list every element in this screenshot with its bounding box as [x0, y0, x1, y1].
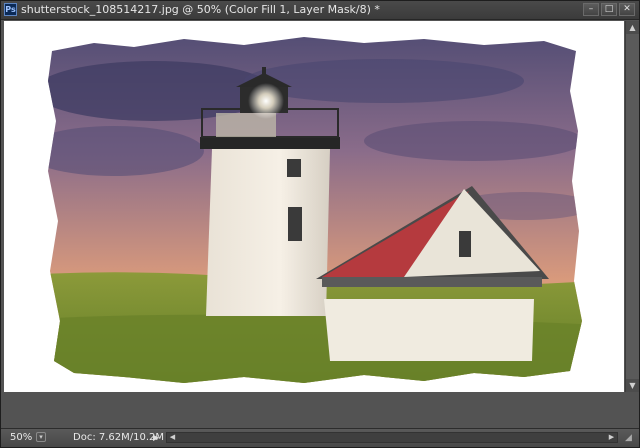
window-controls: – □ ✕ [583, 3, 635, 16]
status-bar: 50% ▾ Doc: 7.62M/10.2M ▶ ◀ ▶ ◢ [1, 428, 639, 447]
resize-grip-icon[interactable]: ◢ [625, 433, 637, 445]
title-bar[interactable]: Ps shutterstock_108514217.jpg @ 50% (Col… [1, 1, 639, 20]
document-title: shutterstock_108514217.jpg @ 50% (Color … [21, 3, 380, 16]
maximize-button[interactable]: □ [601, 3, 617, 16]
close-button[interactable]: ✕ [619, 3, 635, 16]
scroll-right-icon[interactable]: ▶ [606, 433, 617, 442]
scroll-down-icon[interactable]: ▼ [626, 379, 639, 392]
photoshop-icon: Ps [4, 3, 17, 16]
minimize-button[interactable]: – [583, 3, 599, 16]
lighthouse-photo [48, 37, 582, 383]
zoom-options-icon[interactable]: ▾ [36, 432, 46, 442]
vertical-scrollbar[interactable]: ▲ ▼ [625, 21, 639, 392]
horizontal-scrollbar[interactable]: ◀ ▶ [166, 432, 618, 443]
scroll-left-icon[interactable]: ◀ [167, 433, 178, 442]
scroll-up-icon[interactable]: ▲ [626, 21, 639, 34]
document-size: Doc: 7.62M/10.2M [73, 432, 165, 443]
zoom-level[interactable]: 50% [10, 432, 34, 444]
status-menu-arrow-icon[interactable]: ▶ [153, 432, 163, 444]
document-canvas[interactable] [4, 21, 624, 392]
document-window: Ps shutterstock_108514217.jpg @ 50% (Col… [0, 0, 640, 448]
